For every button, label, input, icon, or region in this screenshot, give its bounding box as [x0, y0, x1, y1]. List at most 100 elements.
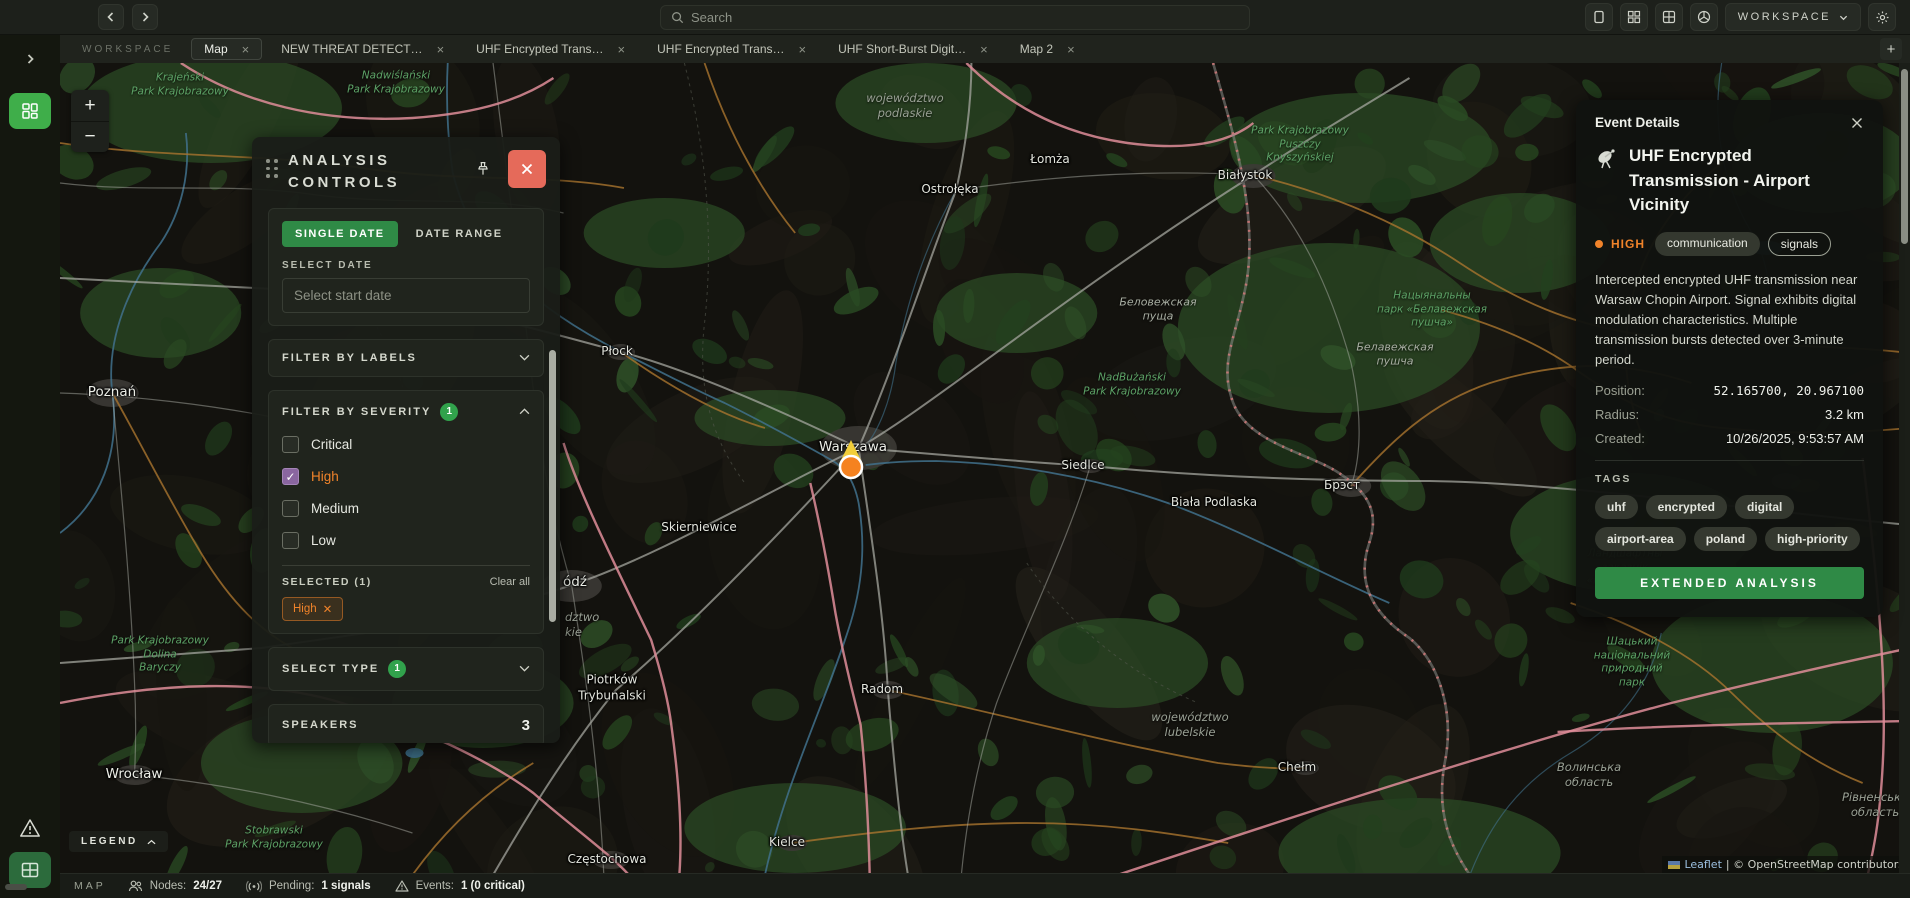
sidebar — [0, 35, 60, 898]
extended-analysis-button[interactable]: EXTENDED ANALYSIS — [1595, 566, 1864, 599]
new-tab-button[interactable]: + — [1880, 38, 1902, 60]
close-event-panel-button[interactable] — [1850, 116, 1864, 130]
panel-layout-button[interactable] — [1584, 3, 1613, 31]
statusbar-item-label: Pending: — [268, 880, 315, 892]
severity-option-label: Critical — [311, 437, 353, 452]
pin-panel-button[interactable] — [468, 154, 498, 184]
event-tags: uhf encrypted digital airport-area poland hig… — [1595, 494, 1864, 551]
clear-all-button[interactable]: Clear all — [490, 576, 530, 588]
analysis-panel-body: SINGLE DATE DATE RANGE SELECT DATE FILTE… — [252, 204, 560, 743]
sidebar-item-dashboard[interactable] — [9, 93, 51, 129]
drag-handle-icon[interactable] — [266, 159, 278, 178]
sidebar-item-alerts[interactable] — [19, 818, 41, 838]
sidebar-item-data-table[interactable] — [9, 852, 51, 888]
statusbar-item-value: 1 (0 critical) — [460, 880, 525, 892]
select-type-card: SELECT TYPE 1 — [268, 646, 544, 691]
single-date-button[interactable]: SINGLE DATE — [282, 220, 398, 247]
start-date-input[interactable] — [282, 277, 530, 313]
chevron-down-icon — [519, 665, 530, 672]
checkbox-unchecked[interactable] — [282, 532, 299, 549]
analysis-panel-header: ANALYSIS CONTROLS — [252, 137, 560, 204]
warning-triangle-icon — [20, 819, 40, 837]
severity-option-critical[interactable]: Critical — [282, 433, 530, 457]
search-input[interactable] — [691, 9, 1239, 25]
field-label: Radius: — [1595, 406, 1640, 422]
table-layout-button[interactable] — [1654, 3, 1683, 31]
sidebar-expand-button[interactable] — [24, 47, 36, 71]
tab-uhf-encrypted-trans-[interactable]: UHF Encrypted Trans… × — [644, 38, 819, 60]
severity-option-high[interactable]: ✓ High — [282, 465, 530, 489]
severity-option-medium[interactable]: Medium — [282, 497, 530, 521]
legend-label: LEGEND — [81, 836, 138, 847]
chevron-right-icon — [142, 12, 149, 22]
type-count-badge: 1 — [388, 659, 407, 678]
forward-button[interactable] — [132, 4, 158, 30]
severity-option-low[interactable]: Low — [282, 529, 530, 553]
close-analysis-panel-button[interactable] — [508, 150, 546, 188]
topbar: WORKSPACE — [0, 0, 1910, 35]
tab-close-icon[interactable]: × — [437, 43, 445, 56]
workspace-dropdown[interactable]: WORKSPACE — [1724, 3, 1861, 31]
event-badges-row: HIGH communication signals — [1595, 231, 1864, 256]
zoom-in-button[interactable]: + — [71, 90, 109, 121]
tab-label: UHF Encrypted Trans… — [657, 42, 785, 56]
tab-uhf-short-burst-digit-[interactable]: UHF Short-Burst Digit… × — [825, 38, 1001, 60]
map-attribution: Leaflet | © OpenStreetMap contributors — [1662, 856, 1910, 873]
flag-icon — [1668, 860, 1681, 869]
chip-label: High — [293, 602, 317, 615]
tab-close-icon[interactable]: × — [1067, 43, 1075, 56]
tab-label: UHF Encrypted Trans… — [476, 42, 604, 56]
date-range-button[interactable]: DATE RANGE — [416, 228, 503, 240]
analysis-panel-scrollbar[interactable] — [549, 350, 556, 622]
satellite-dish-icon — [1598, 149, 1615, 169]
search-bar[interactable] — [660, 4, 1250, 30]
tab-map-2[interactable]: Map 2 × — [1007, 38, 1088, 60]
checkbox-unchecked[interactable] — [282, 500, 299, 517]
filter-by-severity-card: FILTER BY SEVERITY 1 Critical ✓ High Medium… — [268, 389, 544, 634]
event-field-row: Radius: 3.2 km — [1595, 407, 1864, 422]
event-marker[interactable] — [833, 437, 869, 483]
tab-new-threat-detect-[interactable]: NEW THREAT DETECT… × — [268, 38, 457, 60]
tab-close-icon[interactable]: × — [980, 43, 988, 56]
legend-toggle[interactable]: LEGEND — [69, 831, 168, 852]
back-button[interactable] — [98, 4, 124, 30]
statusbar-items: Nodes: 24/27 Pending: 1 signals Events: 1 (0 … — [128, 879, 525, 893]
dashboard-icon — [22, 103, 38, 119]
zoom-out-button[interactable]: − — [71, 121, 109, 152]
checkbox-unchecked[interactable] — [282, 436, 299, 453]
severity-option-label: Medium — [311, 501, 360, 516]
checkbox-checked[interactable]: ✓ — [282, 468, 299, 485]
field-value: 3.2 km — [1824, 406, 1864, 422]
grid-layout-button[interactable] — [1619, 3, 1648, 31]
chevron-down-icon — [1839, 15, 1848, 20]
tab-close-icon[interactable]: × — [799, 43, 807, 56]
tab-close-icon[interactable]: × — [618, 43, 626, 56]
date-filter-card: SINGLE DATE DATE RANGE SELECT DATE — [268, 207, 544, 326]
tag-poland: poland — [1693, 526, 1758, 551]
sphere-icon — [1697, 10, 1710, 24]
selected-chip-high[interactable]: High ✕ — [282, 596, 344, 621]
filter-by-labels-label: FILTER BY LABELS — [282, 351, 417, 364]
pushpin-icon — [478, 162, 488, 175]
chip-remove-icon[interactable]: ✕ — [323, 602, 333, 616]
statusbar-app-label: MAP — [74, 880, 106, 892]
settings-button[interactable] — [1868, 3, 1896, 31]
sidebar-scroll-indicator[interactable] — [5, 884, 27, 890]
filter-by-severity-label: FILTER BY SEVERITY — [282, 405, 432, 418]
field-label: Created: — [1595, 430, 1645, 446]
leaflet-link[interactable]: Leaflet — [1684, 858, 1721, 871]
filter-by-labels-toggle[interactable]: FILTER BY LABELS — [282, 352, 530, 364]
table-icon — [1662, 10, 1675, 24]
tab-map[interactable]: Map × — [191, 38, 263, 60]
statusbar-item-label: Nodes: — [149, 880, 187, 892]
filter-by-severity-toggle[interactable]: FILTER BY SEVERITY 1 — [282, 402, 530, 421]
event-description: Intercepted encrypted UHF transmission n… — [1595, 271, 1858, 368]
sphere-view-button[interactable] — [1689, 3, 1718, 31]
window-scrollbar[interactable] — [1899, 63, 1910, 873]
event-fields: Position: 52.165700, 20.967100 Radius: 3.2 … — [1595, 383, 1864, 446]
map-area[interactable]: Krajeński Park Krajobrazowy Nadwiślański … — [60, 63, 1910, 873]
tab-close-icon[interactable]: × — [242, 43, 250, 56]
select-type-toggle[interactable]: SELECT TYPE 1 — [282, 659, 530, 678]
window-scrollbar-thumb[interactable] — [1901, 69, 1908, 244]
tab-uhf-encrypted-trans-[interactable]: UHF Encrypted Trans… × — [463, 38, 638, 60]
